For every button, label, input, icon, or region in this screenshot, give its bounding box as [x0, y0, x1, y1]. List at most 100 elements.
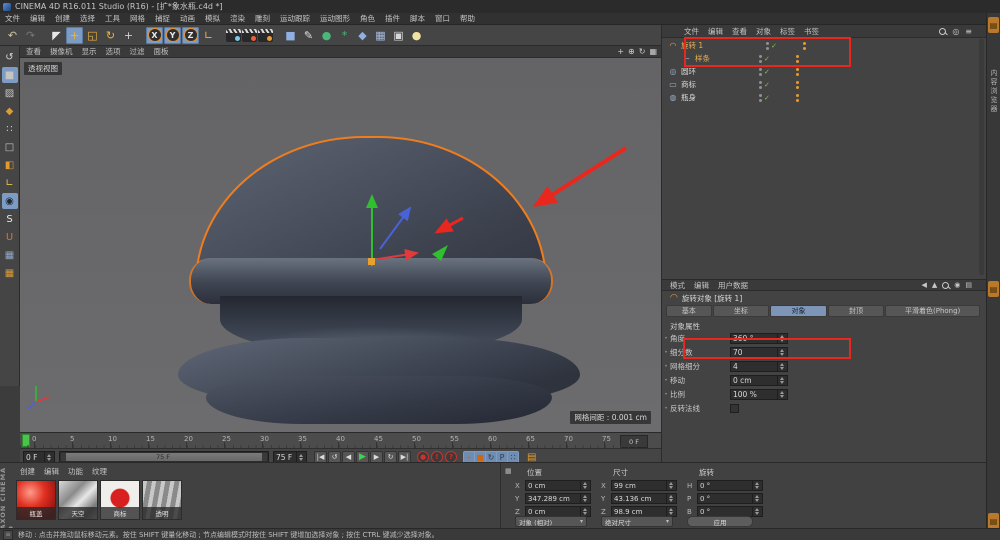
attribute-field[interactable]: 4	[730, 361, 788, 372]
tag-dots-icon[interactable]	[796, 94, 799, 102]
attribute-field[interactable]: 100 %	[730, 389, 788, 400]
workplane-tool-button[interactable]: ◆	[2, 103, 18, 119]
enabled-check-icon[interactable]: ✓	[764, 94, 770, 102]
menubar-item[interactable]: 捕捉	[155, 13, 170, 24]
search-icon[interactable]	[939, 28, 946, 35]
live-selection-button[interactable]: ◤	[48, 27, 65, 44]
tag-dots-icon[interactable]	[803, 42, 806, 50]
size-mode-dropdown[interactable]: 绝对尺寸	[601, 516, 673, 527]
object-manager-menu-item[interactable]: 标签	[780, 26, 795, 37]
rotate-view-icon[interactable]: ↻	[639, 47, 646, 56]
zoom-view-icon[interactable]: ⊕	[628, 47, 635, 56]
coordinate-system-button[interactable]: ∟	[200, 27, 217, 44]
visibility-dots-icon[interactable]	[759, 94, 762, 102]
attribute-field[interactable]: 0 cm	[730, 375, 788, 386]
apply-button[interactable]: 应用	[687, 516, 753, 527]
gizmo-center-handle[interactable]	[368, 258, 375, 265]
animatable-dot-icon[interactable]: •	[662, 405, 670, 412]
coordinate-field[interactable]: 43.136 cm	[611, 493, 677, 504]
tab-平滑着色(Phong)[interactable]: 平滑着色(Phong)	[885, 305, 980, 317]
material-menu-item[interactable]: 功能	[68, 466, 83, 477]
lock-icon[interactable]: ◉	[954, 281, 960, 289]
object-manager-menu-item[interactable]: 对象	[756, 26, 771, 37]
tag-dots-icon[interactable]	[796, 68, 799, 76]
spinner-icon[interactable]	[580, 507, 588, 516]
visibility-dots-icon[interactable]	[759, 55, 762, 63]
texture-mode-button[interactable]: ▨	[2, 85, 18, 101]
spinner-icon[interactable]	[666, 481, 674, 490]
menubar-item[interactable]: 模拟	[205, 13, 220, 24]
spinner-icon[interactable]	[777, 334, 785, 343]
render-view-button[interactable]	[226, 29, 241, 42]
tab-坐标[interactable]: 坐标	[713, 305, 770, 317]
coordinate-field[interactable]: 0 cm	[525, 480, 591, 491]
key-parameter-toggle[interactable]: P	[497, 452, 507, 463]
timeline-ruler[interactable]: 0 F 051015202530354045505560657075	[20, 432, 661, 448]
spinner-icon[interactable]	[752, 481, 760, 490]
viewport-menu-item[interactable]: 查看	[26, 46, 41, 57]
object-row[interactable]: ~样条✓	[662, 52, 986, 65]
viewport-menu-item[interactable]: 显示	[82, 46, 97, 57]
spinner-icon[interactable]	[296, 452, 304, 462]
edges-mode-button[interactable]: □	[2, 139, 18, 155]
rotate-tool-button[interactable]: ↻	[102, 27, 119, 44]
menubar-item[interactable]: 帮助	[460, 13, 475, 24]
object-list-scrollbar[interactable]	[979, 39, 984, 275]
history-up-icon[interactable]: ▲	[932, 281, 937, 289]
menubar-item[interactable]: 工具	[105, 13, 120, 24]
layout-icon[interactable]: ▤	[965, 281, 972, 289]
model-mode-button[interactable]: ■	[2, 67, 18, 83]
record-palette-icon[interactable]: ▤	[527, 452, 536, 463]
search-icon[interactable]	[942, 282, 949, 289]
attribute-field[interactable]: 70	[730, 347, 788, 358]
last-tool-button[interactable]: +	[120, 27, 137, 44]
axis-mode-button[interactable]: ∟	[2, 175, 18, 191]
enabled-check-icon[interactable]: ✓	[764, 81, 770, 89]
menubar-item[interactable]: 网格	[130, 13, 145, 24]
add-camera-button[interactable]: ▣	[390, 27, 407, 44]
menubar-item[interactable]: 脚本	[410, 13, 425, 24]
material-menu-item[interactable]: 纹理	[92, 466, 107, 477]
menubar-item[interactable]: 编辑	[30, 13, 45, 24]
menubar-item[interactable]: 雕刻	[255, 13, 270, 24]
menubar-item[interactable]: 动画	[180, 13, 195, 24]
coordinate-field[interactable]: 0 °	[697, 480, 763, 491]
menubar-item[interactable]: 运动跟踪	[280, 13, 310, 24]
toggle-views-icon[interactable]: ▦	[649, 47, 657, 56]
attribute-field[interactable]: 360 °	[730, 333, 788, 344]
spinner-icon[interactable]	[777, 348, 785, 357]
object-row[interactable]: ◍瓶身✓	[662, 91, 986, 104]
polygons-mode-button[interactable]: ◧	[2, 157, 18, 173]
spinner-icon[interactable]	[666, 507, 674, 516]
menubar-item[interactable]: 插件	[385, 13, 400, 24]
material-thumbnail[interactable]: 天空	[58, 480, 98, 520]
coordinate-field[interactable]: 99 cm	[611, 480, 677, 491]
material-thumbnail[interactable]: 商标	[100, 480, 140, 520]
snap-magnet-button[interactable]: U	[2, 229, 18, 245]
coordinate-mode-dropdown[interactable]: 对象 (相对)	[515, 516, 587, 527]
workplane-locked-button[interactable]: ▦	[2, 247, 18, 263]
viewport-menu-item[interactable]: 摄像机	[50, 46, 73, 57]
spinner-icon[interactable]	[752, 494, 760, 503]
menubar-item[interactable]: 运动图形	[320, 13, 350, 24]
enabled-check-icon[interactable]: ✓	[764, 55, 770, 63]
enable-axis-modification-button[interactable]: ◉	[2, 193, 18, 209]
move-tool-button[interactable]: +	[66, 27, 83, 44]
key-rotation-toggle[interactable]: ↻	[486, 452, 496, 463]
lock-x-axis-button[interactable]: X	[146, 27, 163, 44]
spinner-icon[interactable]	[666, 494, 674, 503]
visibility-dots-icon[interactable]	[759, 81, 762, 89]
pan-view-icon[interactable]: +	[617, 47, 624, 56]
visibility-dots-icon[interactable]	[759, 68, 762, 76]
spinner-icon[interactable]	[752, 507, 760, 516]
redo-button[interactable]: ↷	[22, 27, 39, 44]
object-row[interactable]: ▭商标✓	[662, 78, 986, 91]
attribute-menu-item[interactable]: 编辑	[694, 280, 709, 291]
list-options-icon[interactable]: ≡	[965, 27, 972, 36]
spinner-icon[interactable]	[580, 481, 588, 490]
menubar-item[interactable]: 窗口	[435, 13, 450, 24]
tab-基本[interactable]: 基本	[666, 305, 712, 317]
history-back-icon[interactable]: ◀	[921, 281, 926, 289]
viewport-menu-item[interactable]: 选项	[106, 46, 121, 57]
scale-tool-button[interactable]: ◱	[84, 27, 101, 44]
